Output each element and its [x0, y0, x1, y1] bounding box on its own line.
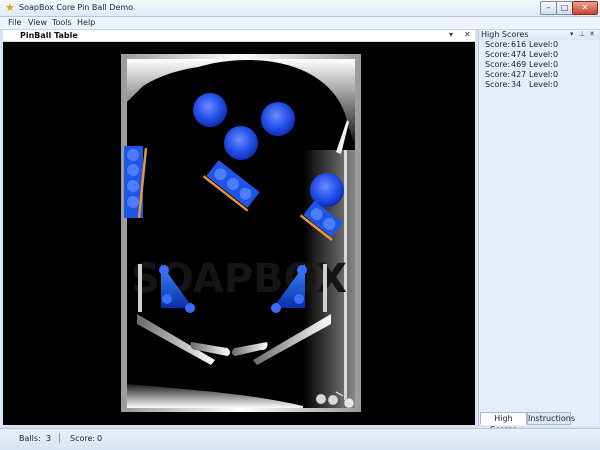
menu-tools[interactable]: Tools	[52, 18, 72, 27]
menu-bar: File View Tools Help	[0, 17, 600, 30]
bumper	[261, 102, 295, 136]
minimize-icon: –	[546, 3, 551, 12]
ball	[343, 397, 355, 409]
balls-count: 3	[46, 434, 52, 443]
high-scores-panel: High Scores ▾ ⊥ ✕ Score: 616 Level: 0 Sc…	[478, 30, 599, 434]
score-label: Score:	[485, 70, 511, 79]
level-label: Level:	[529, 70, 553, 79]
window-title: SoapBox Core Pin Ball Demo	[19, 3, 134, 12]
level-value: 0	[553, 60, 559, 69]
score-label: Score:	[485, 60, 511, 69]
menu-view[interactable]: View	[28, 18, 47, 27]
panel-header: High Scores ▾ ⊥ ✕	[479, 30, 599, 40]
pinball-playfield: SOAPBOX	[121, 54, 361, 412]
level-label: Level:	[529, 80, 553, 89]
close-document-icon[interactable]: ✕	[464, 30, 471, 39]
maximize-icon: □	[560, 3, 569, 12]
panel-title: High Scores	[481, 30, 529, 39]
dropdown-arrow-icon[interactable]: ▾	[570, 30, 574, 38]
list-item: Score: 469 Level: 0	[479, 60, 599, 70]
list-item: Score: 34 Level: 0	[479, 80, 599, 90]
close-icon: ✕	[581, 3, 589, 12]
close-panel-icon[interactable]: ✕	[589, 30, 595, 38]
close-button[interactable]: ✕	[572, 1, 598, 15]
menu-file[interactable]: File	[8, 18, 21, 27]
bumper	[193, 93, 227, 127]
list-item: Score: 616 Level: 0	[479, 40, 599, 50]
level-value: 0	[553, 70, 559, 79]
status-bar: Balls: 3 Score: 0	[0, 428, 600, 450]
pinball-table-view[interactable]: SOAPBOX	[3, 42, 475, 425]
panel-tabs: High Scores Instructions	[479, 412, 599, 434]
app-window: ★ SoapBox Core Pin Ball Demo – □ ✕ File …	[0, 0, 600, 450]
level-value: 0	[553, 50, 559, 59]
score-value: 427	[511, 70, 527, 79]
list-item: Score: 427 Level: 0	[479, 70, 599, 80]
level-value: 0	[553, 40, 559, 49]
score-value: 474	[511, 50, 527, 59]
level-value: 0	[553, 80, 559, 89]
level-label: Level:	[529, 40, 553, 49]
dropdown-arrow-icon[interactable]: ▾	[449, 30, 453, 39]
level-label: Level:	[529, 50, 553, 59]
title-bar: ★ SoapBox Core Pin Ball Demo – □ ✕	[0, 0, 600, 17]
menu-help[interactable]: Help	[77, 18, 95, 27]
ball	[327, 394, 339, 406]
score-value: 0	[97, 434, 103, 443]
score-value: 34	[511, 80, 522, 89]
status-divider	[59, 433, 60, 443]
level-label: Level:	[529, 60, 553, 69]
score-value: 469	[511, 60, 527, 69]
star-icon: ★	[5, 1, 15, 14]
tab-instructions[interactable]: Instructions	[527, 412, 575, 425]
high-score-list: Score: 616 Level: 0 Score: 474 Level: 0 …	[479, 40, 599, 90]
score-label: Score:	[485, 80, 511, 89]
score-value: 616	[511, 40, 527, 49]
bumper	[224, 126, 258, 160]
maximize-button[interactable]: □	[556, 1, 573, 15]
document-title: PinBall Table	[20, 31, 78, 40]
ball	[315, 393, 327, 405]
score-label: Score:	[485, 40, 511, 49]
list-item: Score: 474 Level: 0	[479, 50, 599, 60]
score-label: Score:	[70, 434, 96, 443]
document-tab-header: PinBall Table ▾ ✕	[3, 30, 475, 42]
balls-label: Balls:	[19, 434, 41, 443]
score-label: Score:	[485, 50, 511, 59]
minimize-button[interactable]: –	[540, 1, 557, 15]
left-target-bank	[124, 146, 148, 219]
pin-icon[interactable]: ⊥	[579, 30, 585, 38]
tab-high-scores[interactable]: High Scores	[480, 412, 527, 434]
